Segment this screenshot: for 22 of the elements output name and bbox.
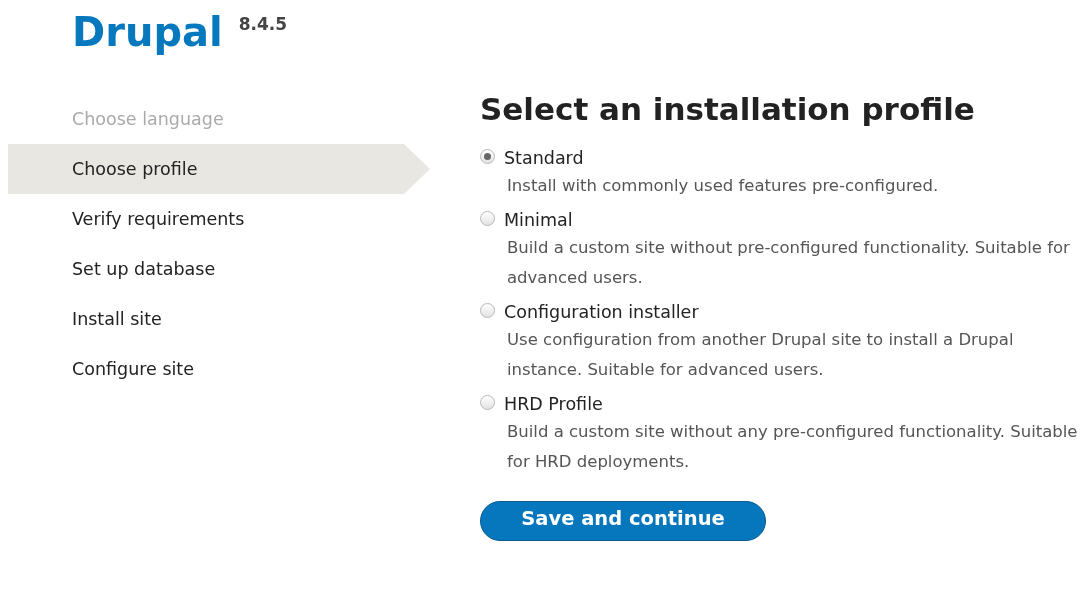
radio-button[interactable]	[480, 394, 495, 410]
radio-label[interactable]: Configuration installer	[504, 302, 699, 322]
radio-label[interactable]: Minimal	[504, 210, 573, 230]
step-item: Choose language	[71, 108, 225, 131]
step-item: Install site	[71, 308, 163, 331]
radio-label[interactable]: HRD Profile	[504, 394, 603, 414]
radio-button[interactable]	[480, 302, 495, 318]
radio-button[interactable]	[480, 148, 495, 164]
step-item: Configure site	[71, 358, 195, 381]
profile-description: Build a custom site without any pre-configured functionality. Suitable for HRD deployments.	[506, 421, 1079, 473]
profile-description: Use configuration from another Drupal site to install a Drupal instance. Suitable for advanced users.	[506, 329, 1015, 381]
profile-description: Install with commonly used features pre-configured.	[506, 175, 940, 197]
step-item: Choose profile	[8, 144, 430, 194]
radio-button[interactable]	[480, 210, 495, 226]
version-number: 8.4.5	[238, 14, 288, 34]
radio-label[interactable]: Standard	[504, 148, 584, 168]
logo: Drupal	[72, 10, 223, 54]
step-item: Verify requirements	[71, 208, 246, 231]
save-button[interactable]: Save and continue	[480, 501, 766, 541]
step-item: Set up database	[71, 258, 217, 281]
page-heading: Select an installation profile	[480, 90, 976, 129]
profile-description: Build a custom site without pre-configured functionality. Suitable for advanced users.	[506, 237, 1071, 289]
